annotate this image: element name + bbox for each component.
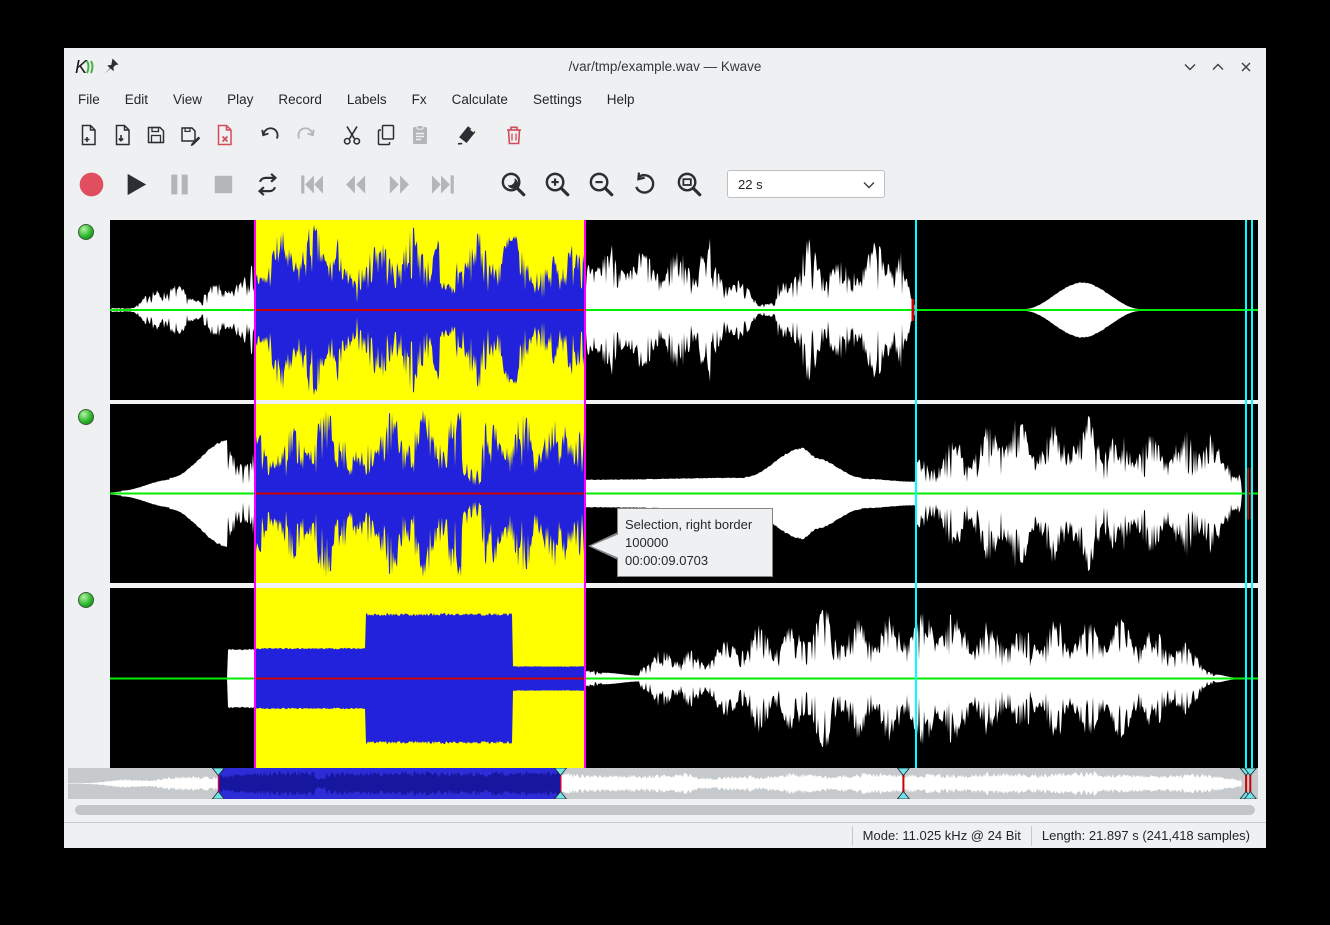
zoom-duration-combobox[interactable]: 22 s xyxy=(727,170,885,198)
menu-file[interactable]: File xyxy=(70,89,108,110)
titlebar: K /var/tmp/example.wav — Kwave xyxy=(64,48,1266,86)
open-file-icon xyxy=(110,123,134,147)
tooltip-sample: 100000 xyxy=(625,534,765,552)
seek-forward-icon xyxy=(385,170,414,199)
label-line-3[interactable] xyxy=(1251,220,1253,768)
window-title: /var/tmp/example.wav — Kwave xyxy=(64,48,1266,86)
seek-backward-button[interactable] xyxy=(341,170,370,199)
record-button[interactable] xyxy=(77,170,106,199)
record-icon xyxy=(77,170,106,199)
track-2-enable-led[interactable] xyxy=(78,409,94,425)
loop-button[interactable] xyxy=(253,170,282,199)
close-button[interactable] xyxy=(1234,55,1258,79)
eraser-button[interactable] xyxy=(455,123,479,147)
new-file-icon xyxy=(76,123,100,147)
menu-settings[interactable]: Settings xyxy=(525,89,590,110)
menu-play[interactable]: Play xyxy=(219,89,261,110)
play-button[interactable] xyxy=(121,170,150,199)
label-line-1[interactable] xyxy=(915,220,917,768)
tooltip-time: 00:00:09.0703 xyxy=(625,552,765,570)
loop-icon xyxy=(253,170,282,199)
zoom-out-icon xyxy=(587,170,616,199)
stop-icon xyxy=(209,170,238,199)
zoom-in-icon xyxy=(543,170,572,199)
eraser-icon xyxy=(455,123,479,147)
desktop-background: K /var/tmp/example.wav — Kwave File Edit V… xyxy=(0,0,1330,925)
skip-forward-button[interactable] xyxy=(429,170,458,199)
redo-button[interactable] xyxy=(293,123,317,147)
close-file-button[interactable] xyxy=(212,123,236,147)
skip-backward-icon xyxy=(297,170,326,199)
menu-edit[interactable]: Edit xyxy=(117,89,156,110)
menubar: File Edit View Play Record Labels Fx Calculate S… xyxy=(64,86,1266,112)
statusbar: Mode: 11.025 kHz @ 24 Bit Length: 21.897… xyxy=(64,822,1266,848)
kwave-window: K /var/tmp/example.wav — Kwave File Edit V… xyxy=(64,48,1266,848)
copy-button[interactable] xyxy=(374,123,398,147)
menu-help[interactable]: Help xyxy=(599,89,643,110)
chevron-down-icon xyxy=(863,181,875,189)
cut-icon xyxy=(340,123,364,147)
selection-right-border[interactable] xyxy=(584,220,586,768)
skip-forward-icon xyxy=(429,170,458,199)
close-file-icon xyxy=(212,123,236,147)
minimize-button[interactable] xyxy=(1178,55,1202,79)
track-3-view[interactable] xyxy=(110,588,1258,769)
menu-view[interactable]: View xyxy=(165,89,210,110)
play-icon xyxy=(121,170,150,199)
save-file-icon xyxy=(144,123,168,147)
undo-button[interactable] xyxy=(259,123,283,147)
pause-button[interactable] xyxy=(165,170,194,199)
track-1-enable-led[interactable] xyxy=(78,224,94,240)
status-mode: Mode: 11.025 kHz @ 24 Bit xyxy=(852,826,1031,846)
menu-fx[interactable]: Fx xyxy=(404,89,435,110)
save-file-button[interactable] xyxy=(144,123,168,147)
zoom-out-button[interactable] xyxy=(587,170,616,199)
horizontal-scrollbar[interactable] xyxy=(75,805,1255,815)
redo-icon xyxy=(293,123,317,147)
save-file-as-icon xyxy=(178,123,202,147)
cut-button[interactable] xyxy=(340,123,364,147)
signal-view xyxy=(110,220,1258,768)
zoom-revert-button[interactable] xyxy=(631,170,660,199)
menu-labels[interactable]: Labels xyxy=(339,89,395,110)
zoom-selection-button[interactable] xyxy=(499,170,528,199)
file-toolbar xyxy=(64,112,1266,158)
new-file-button[interactable] xyxy=(76,123,100,147)
menu-record[interactable]: Record xyxy=(270,89,330,110)
pause-icon xyxy=(165,170,194,199)
tooltip-title: Selection, right border xyxy=(625,516,765,534)
zoom-combo-value: 22 s xyxy=(738,177,763,192)
delete-icon xyxy=(502,123,526,147)
delete-button[interactable] xyxy=(502,123,526,147)
zoom-revert-icon xyxy=(631,170,660,199)
paste-button[interactable] xyxy=(408,123,432,147)
selection-tooltip: Selection, right border 100000 00:00:09.… xyxy=(617,508,773,577)
zoom-all-button[interactable] xyxy=(675,170,704,199)
status-length: Length: 21.897 s (241,418 samples) xyxy=(1031,826,1260,846)
menu-calculate[interactable]: Calculate xyxy=(444,89,516,110)
playback-toolbar: 22 s xyxy=(64,158,1266,210)
track-3-enable-led[interactable] xyxy=(78,592,94,608)
open-file-button[interactable] xyxy=(110,123,134,147)
seek-forward-button[interactable] xyxy=(385,170,414,199)
overview-bar[interactable] xyxy=(68,768,1258,799)
undo-icon xyxy=(259,123,283,147)
paste-icon xyxy=(408,123,432,147)
seek-backward-icon xyxy=(341,170,370,199)
zoom-selection-icon xyxy=(499,170,528,199)
label-line-2[interactable] xyxy=(1245,220,1247,768)
copy-icon xyxy=(374,123,398,147)
skip-backward-button[interactable] xyxy=(297,170,326,199)
maximize-button[interactable] xyxy=(1206,55,1230,79)
stop-button[interactable] xyxy=(209,170,238,199)
selection-left-border[interactable] xyxy=(254,220,256,768)
save-file-as-button[interactable] xyxy=(178,123,202,147)
track-1-view[interactable] xyxy=(110,220,1258,400)
zoom-in-button[interactable] xyxy=(543,170,572,199)
zoom-all-icon xyxy=(675,170,704,199)
